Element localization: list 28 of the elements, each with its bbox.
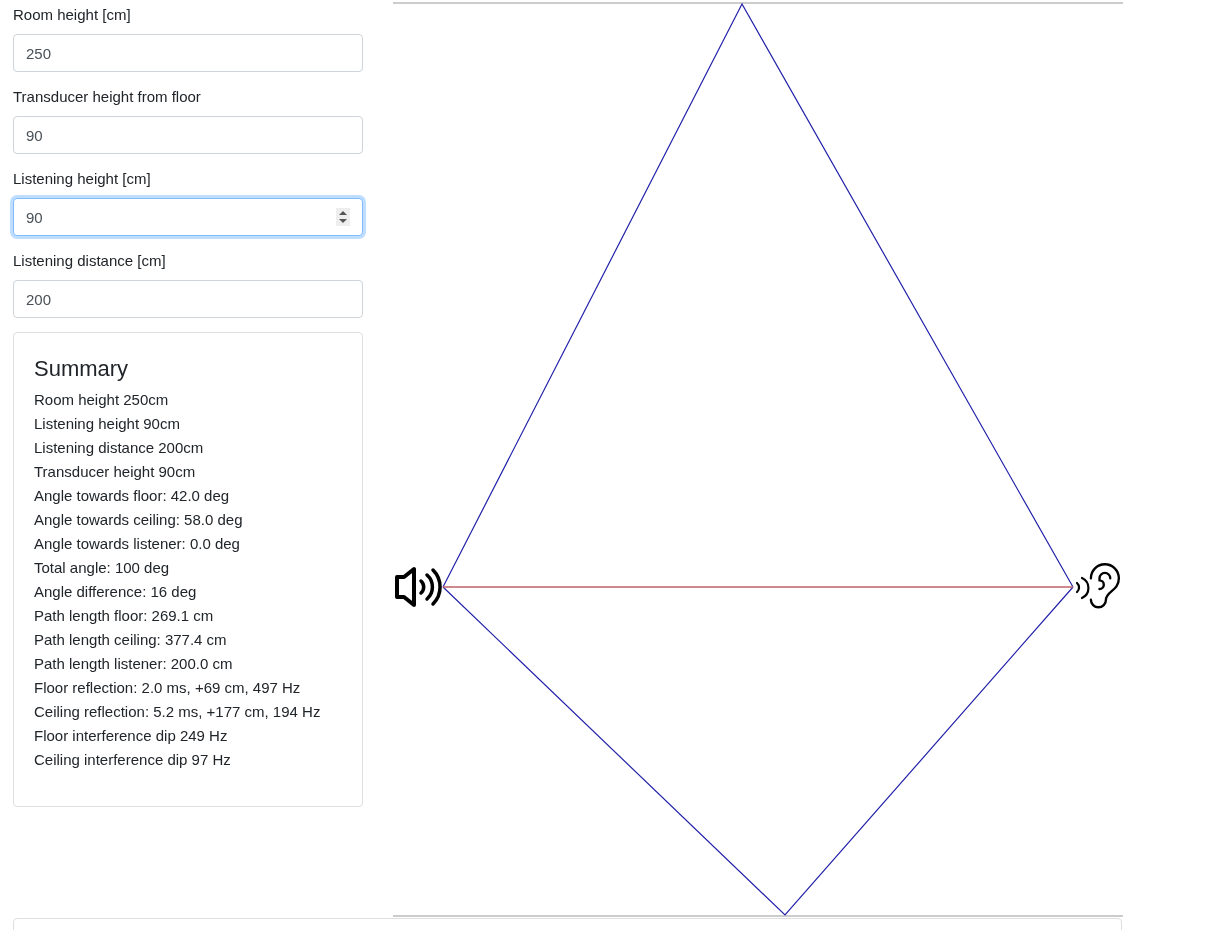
summary-line: Angle towards ceiling: 58.0 deg (34, 510, 244, 530)
summary-line: Ceiling reflection: 5.2 ms, +177 cm, 194 Hz (34, 702, 322, 722)
summary-line: Path length floor: 269.1 cm (34, 606, 215, 626)
field-label: Transducer height from floor (13, 87, 201, 107)
summary-title: Summary (34, 355, 130, 383)
field-label: Listening height [cm] (13, 169, 151, 189)
number-input[interactable]: 90 (13, 198, 363, 236)
summary-line: Transducer height 90cm (34, 462, 197, 482)
summary-line: Listening distance 200cm (34, 438, 205, 458)
speaker-icon (395, 567, 442, 607)
summary-line: Room height 250cm (34, 390, 170, 410)
summary-line: Path length ceiling: 377.4 cm (34, 630, 228, 650)
spinner-icon[interactable] (336, 208, 350, 226)
summary-line: Total angle: 100 deg (34, 558, 171, 578)
summary-line: Angle towards listener: 0.0 deg (34, 534, 241, 554)
number-input[interactable]: 200 (13, 280, 363, 318)
summary-line: Ceiling interference dip 97 Hz (34, 750, 232, 770)
summary-line: Listening height 90cm (34, 414, 181, 434)
number-input[interactable]: 250 (13, 34, 363, 72)
field-label: Listening distance [cm] (13, 251, 166, 271)
summary-line: Angle towards floor: 42.0 deg (34, 486, 231, 506)
ear-icon (1075, 563, 1121, 609)
summary-line: Path length listener: 200.0 cm (34, 654, 234, 674)
summary-line: Floor reflection: 2.0 ms, +69 cm, 497 Hz (34, 678, 302, 698)
field-label: Room height [cm] (13, 5, 131, 25)
summary-line: Angle difference: 16 deg (34, 582, 198, 602)
number-input[interactable]: 90 (13, 116, 363, 154)
summary-line: Floor interference dip 249 Hz (34, 726, 229, 746)
